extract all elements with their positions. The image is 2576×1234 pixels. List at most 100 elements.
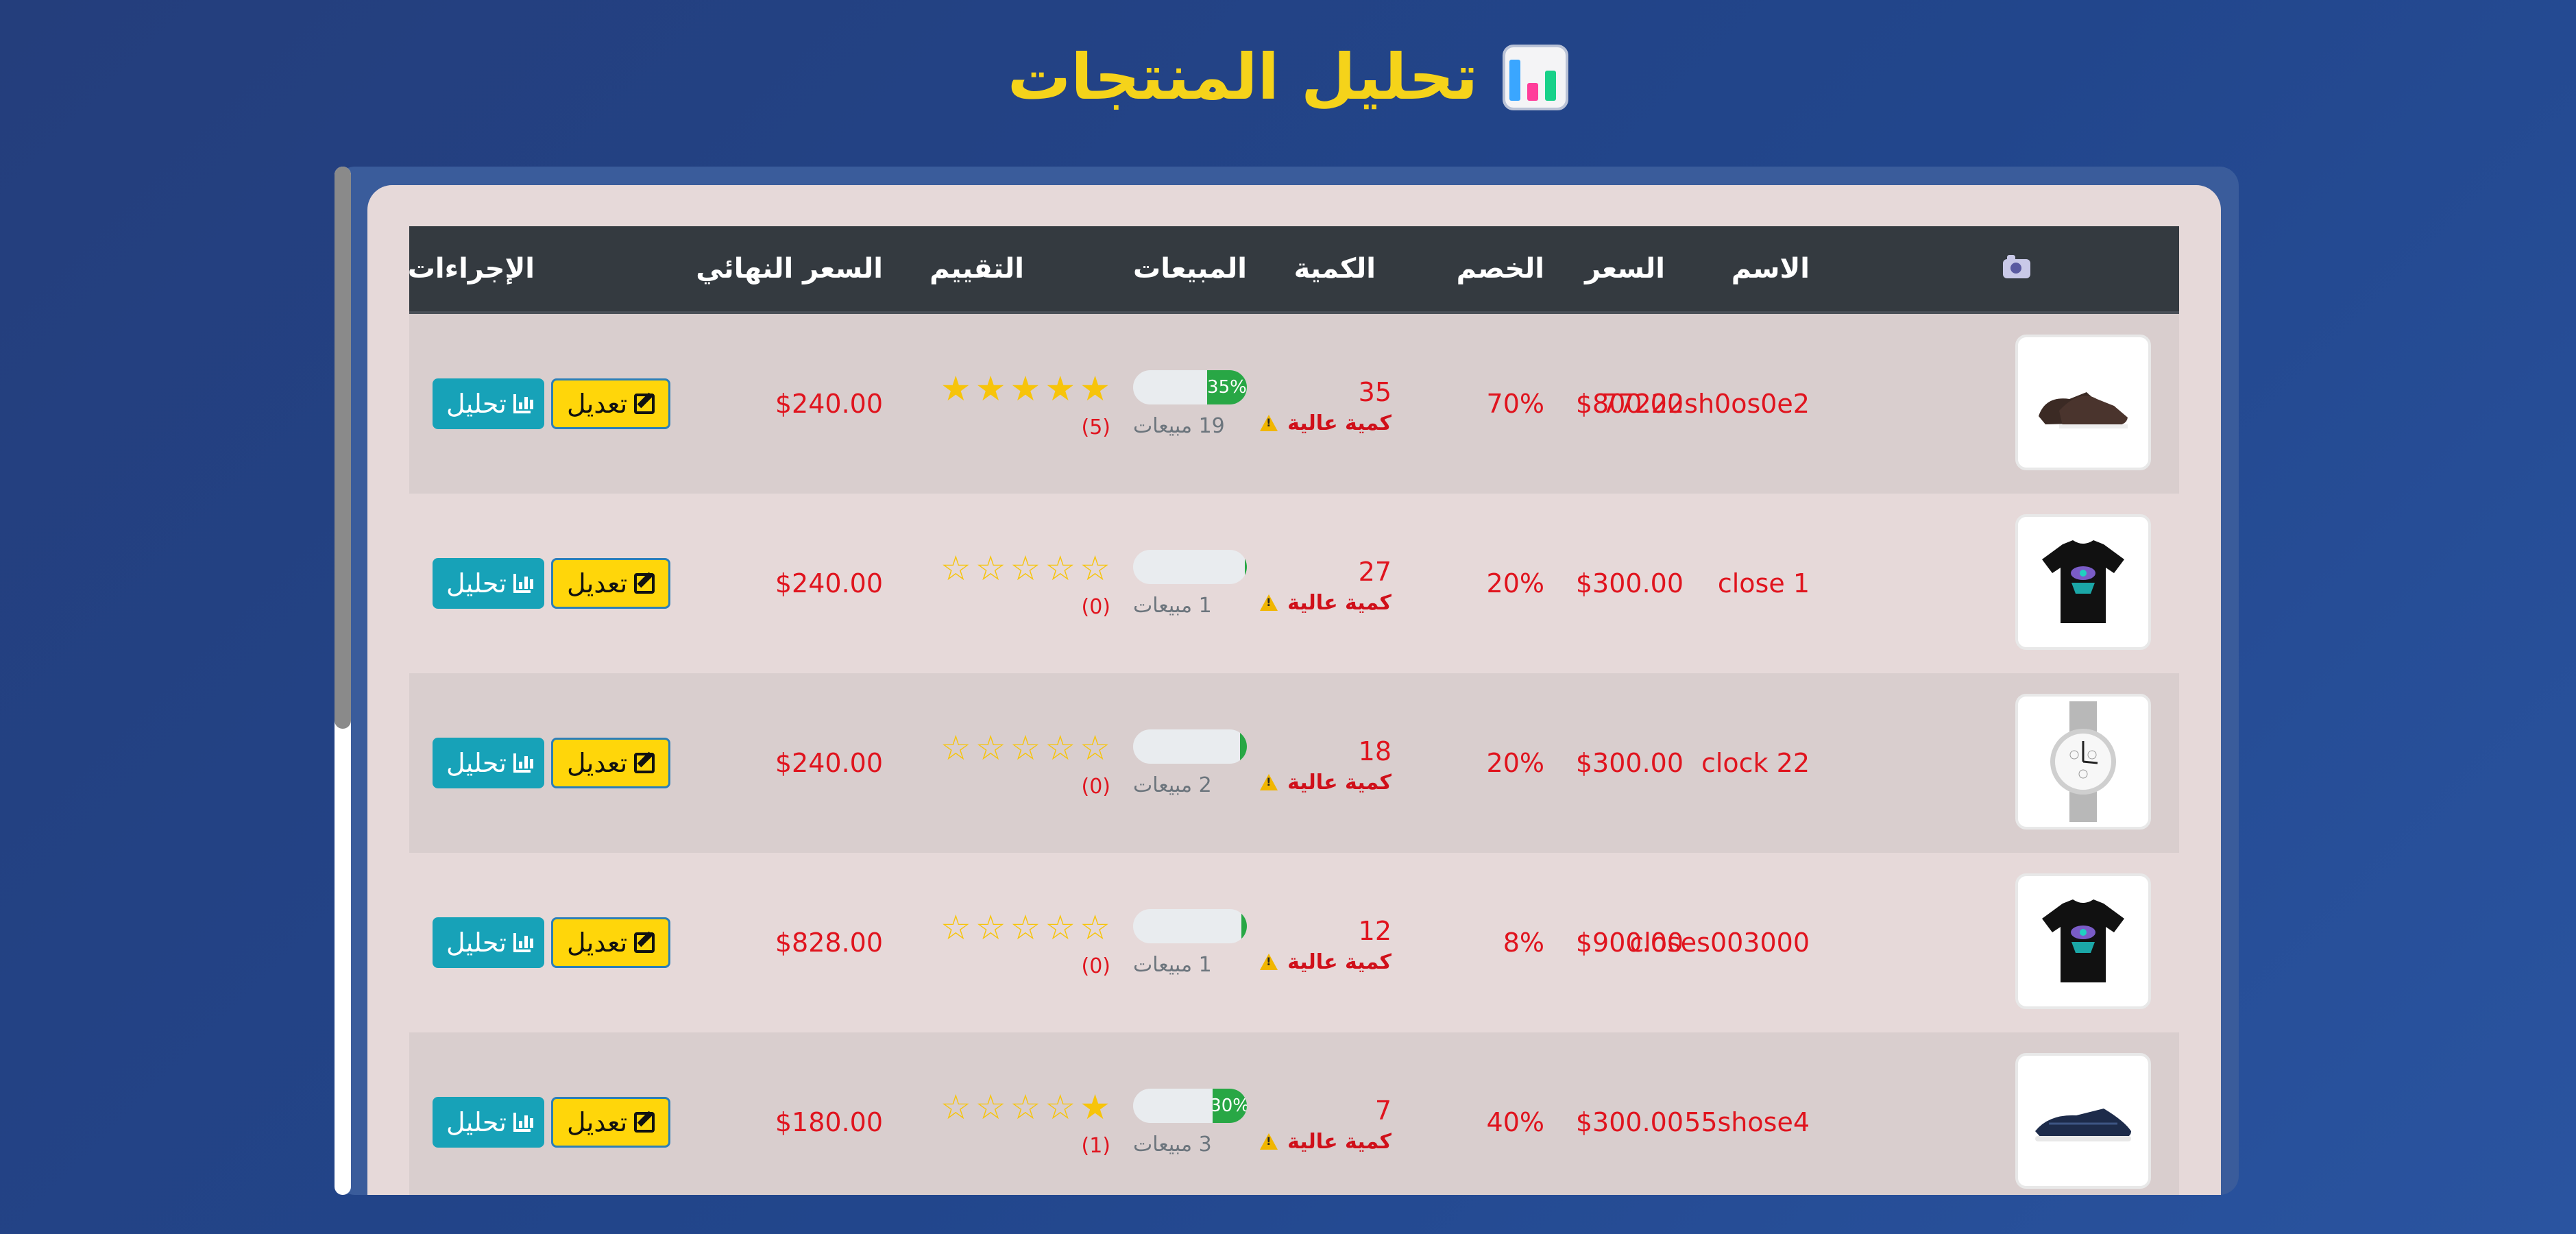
analyze-button-label: تحليل: [446, 748, 507, 778]
edit-button[interactable]: تعديل: [551, 917, 670, 968]
rating-stars: ☆ ☆ ☆ ☆ ☆: [940, 548, 1110, 588]
product-price: $900.00: [1575, 928, 1684, 958]
warning-icon: [1260, 954, 1278, 970]
sales-count: 1 مبيعات: [1133, 952, 1212, 977]
table-header: الاسم السعر الخصم الكمية المبيعات التقيي…: [407, 226, 2179, 314]
star-outline-icon: ☆: [1045, 1087, 1076, 1127]
shoe-product-image: [2015, 335, 2151, 470]
rating-cell: ★ ★ ★ ★ ★ (5): [940, 314, 1110, 494]
quantity-warning: كمية عالية: [1260, 411, 1392, 435]
analyze-button-label: تحليل: [446, 928, 507, 958]
rating-stars: ★ ☆ ☆ ☆ ☆: [940, 1087, 1110, 1127]
page-title: تحليل المنتجات: [0, 33, 2576, 122]
quantity-warning: كمية عالية: [1260, 591, 1392, 615]
edit-button[interactable]: تعديل: [551, 558, 670, 609]
sales-progress-bar: [1133, 729, 1247, 764]
sales-cell: 1 مبيعات: [1133, 853, 1247, 1032]
sales-cell: 2 مبيعات: [1133, 673, 1247, 853]
quantity-cell: 18 كمية عالية: [1260, 673, 1392, 853]
quantity-warning-text: كمية عالية: [1287, 590, 1392, 615]
edit-button-label: تعديل: [567, 568, 628, 598]
star-filled-icon: ★: [1010, 368, 1041, 409]
rating-stars: ☆ ☆ ☆ ☆ ☆: [940, 908, 1110, 947]
camera-icon: [2003, 255, 2030, 278]
star-outline-icon: ☆: [1080, 548, 1110, 588]
sales-cell: 1 مبيعات: [1133, 494, 1247, 673]
star-filled-icon: ★: [1045, 368, 1076, 409]
final-price: $828.00: [775, 928, 883, 958]
column-header-rating: التقييم: [929, 253, 1024, 285]
column-header-price: السعر: [1585, 253, 1665, 285]
quantity-cell: 27 كمية عالية: [1260, 494, 1392, 673]
analyze-button[interactable]: تحليل: [433, 558, 544, 609]
product-discount: 20%: [1486, 748, 1544, 778]
rating-count: (0): [1081, 954, 1110, 978]
sales-progress-bar: 30%: [1133, 1088, 1247, 1123]
analyze-button[interactable]: تحليل: [433, 738, 544, 788]
quantity-cell: 7 كمية عالية: [1260, 1032, 1392, 1195]
analyze-button-label: تحليل: [446, 1107, 507, 1137]
tshirt-product-image: [2015, 514, 2151, 650]
column-header-discount: الخصم: [1456, 253, 1544, 285]
edit-button[interactable]: تعديل: [551, 1097, 670, 1148]
rating-cell: ☆ ☆ ☆ ☆ ☆ (0): [940, 673, 1110, 853]
star-filled-icon: ★: [940, 368, 971, 409]
final-price: $180.00: [775, 1107, 883, 1137]
quantity-warning-text: كمية عالية: [1287, 770, 1392, 795]
star-filled-icon: ★: [975, 368, 1006, 409]
table-row: clock 22$300.0020%18كمية عالية2 مبيعات☆☆…: [409, 673, 2179, 853]
sales-count: 2 مبيعات: [1133, 773, 1212, 797]
bar-chart-icon: [513, 1113, 533, 1132]
quantity-value: 7: [1374, 1095, 1392, 1126]
vertical-scrollbar[interactable]: [335, 167, 351, 1195]
quantity-value: 27: [1358, 556, 1392, 587]
analyze-button[interactable]: تحليل: [433, 917, 544, 968]
quantity-cell: 35 كمية عالية: [1260, 314, 1392, 494]
quantity-value: 35: [1358, 376, 1392, 407]
quantity-value: 18: [1358, 736, 1392, 766]
edit-button-label: تعديل: [567, 928, 628, 958]
quantity-warning: كمية عالية: [1260, 771, 1392, 795]
star-outline-icon: ☆: [1010, 548, 1041, 588]
sales-progress-fill: [1241, 908, 1247, 943]
row-actions: تعديل تحليل: [433, 494, 670, 673]
page-title-text: تحليل المنتجات: [1007, 40, 1479, 114]
analyze-button[interactable]: تحليل: [433, 378, 544, 429]
star-outline-icon: ☆: [975, 1087, 1006, 1127]
star-outline-icon: ☆: [1045, 727, 1076, 768]
product-name: 55shose4: [1684, 1107, 1810, 1137]
edit-button[interactable]: تعديل: [551, 378, 670, 429]
tshirt-product-image: [2015, 873, 2151, 1009]
star-outline-icon: ☆: [1010, 907, 1041, 947]
bar-chart-icon: [513, 394, 533, 413]
product-price: $300.00: [1575, 568, 1684, 598]
edit-button[interactable]: تعديل: [551, 738, 670, 788]
analyze-button[interactable]: تحليل: [433, 1097, 544, 1148]
warning-icon: [1260, 594, 1278, 611]
rating-count: (5): [1081, 415, 1110, 439]
edit-icon: [634, 394, 655, 414]
table-row: close 1$300.0020%27كمية عالية1 مبيعات☆☆☆…: [409, 494, 2179, 673]
warning-icon: [1260, 415, 1278, 431]
product-price: $300.00: [1575, 1107, 1684, 1137]
star-outline-icon: ☆: [1080, 907, 1110, 947]
column-header-sales: المبيعات: [1133, 253, 1247, 285]
quantity-warning-text: كمية عالية: [1287, 1129, 1392, 1154]
quantity-warning: كمية عالية: [1260, 950, 1392, 974]
table-row: 77222sh0os0e2$800.0070%35كمية عالية35%19…: [409, 314, 2179, 494]
analyze-button-label: تحليل: [446, 389, 507, 419]
product-discount: 20%: [1486, 568, 1544, 598]
product-price: $800.00: [1575, 389, 1684, 419]
analyze-button-label: تحليل: [446, 568, 507, 598]
products-card: الاسم السعر الخصم الكمية المبيعات التقيي…: [367, 185, 2221, 1195]
edit-icon: [634, 573, 655, 594]
edit-icon: [634, 1112, 655, 1133]
sales-count: 19 مبيعات: [1133, 413, 1225, 438]
final-price: $240.00: [775, 389, 883, 419]
rating-count: (1): [1081, 1133, 1110, 1158]
scrollbar-thumb[interactable]: [335, 167, 351, 729]
row-actions: تعديل تحليل: [433, 853, 670, 1032]
product-discount: 8%: [1503, 928, 1544, 958]
edit-icon: [634, 753, 655, 773]
column-header-actions: الإجراءات: [407, 253, 535, 285]
